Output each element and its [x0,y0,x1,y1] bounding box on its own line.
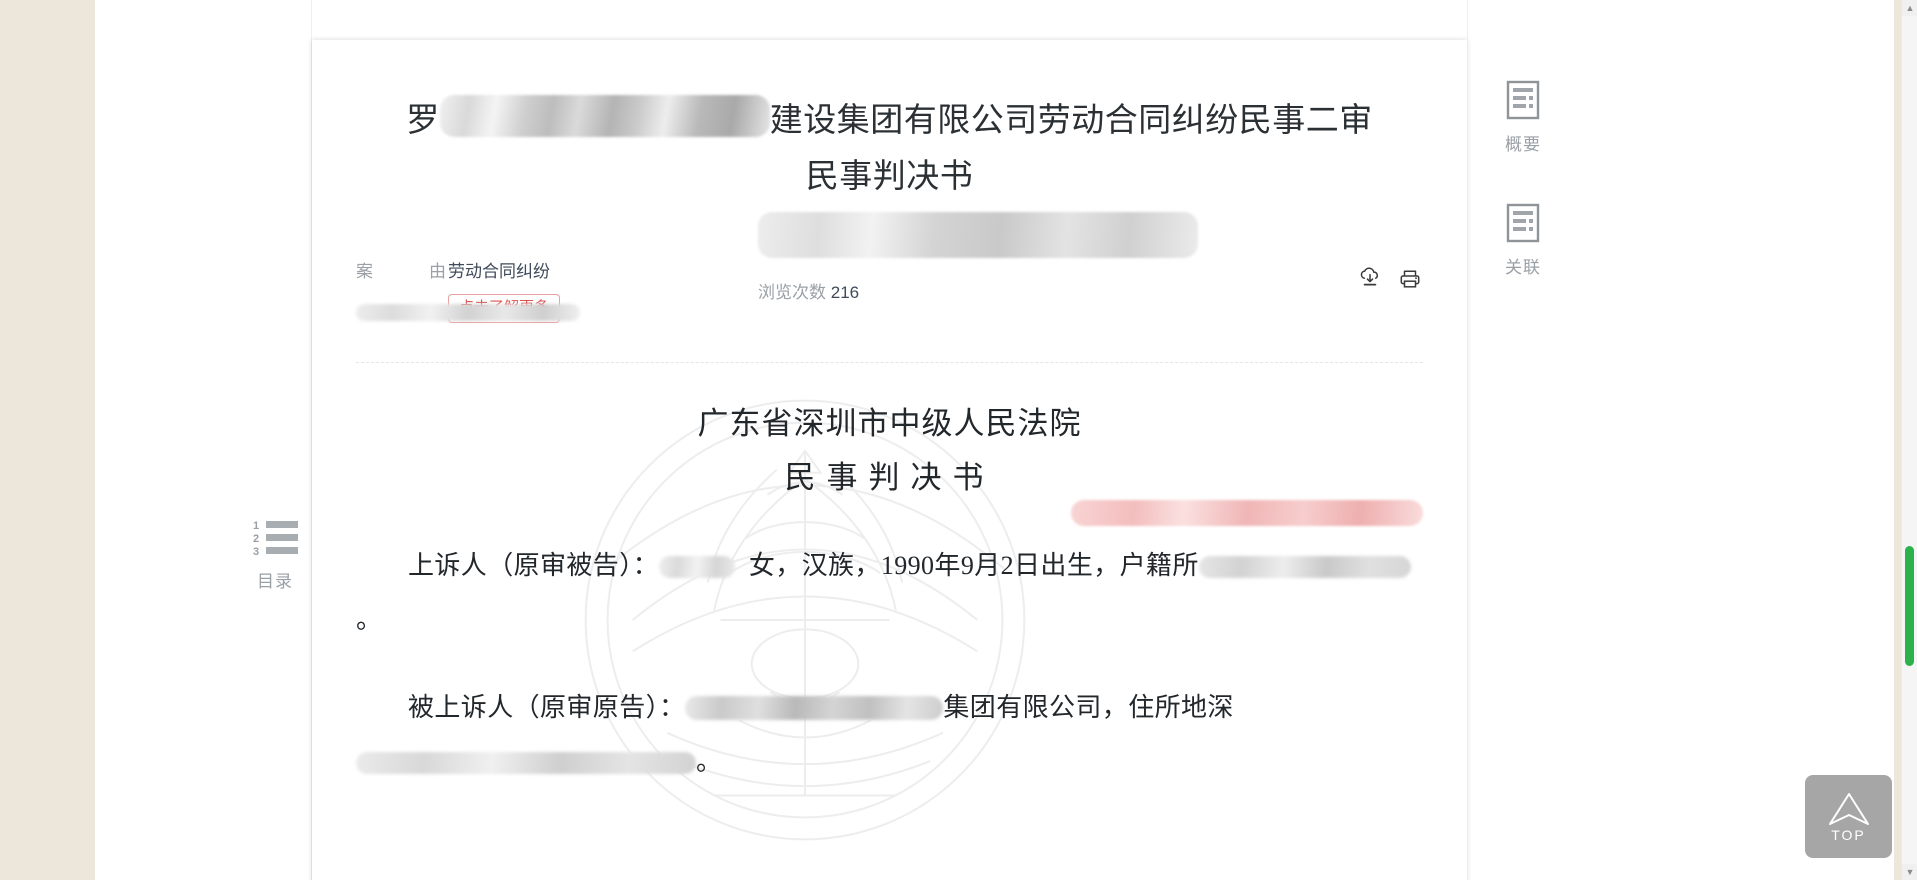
meta-label-char-2: 由 [429,262,446,281]
toc-toggle-button[interactable]: 1 2 3 目录 [238,516,312,593]
document-actions [1357,266,1423,292]
svg-text:2: 2 [253,533,259,545]
respondent-label: 被上诉人（原审原告）： [408,693,686,722]
rail-item-related[interactable]: 关联 [1468,203,1578,278]
rail-item-summary-label: 概要 [1505,135,1541,154]
download-button[interactable] [1357,266,1383,292]
redacted-appellant-address [1198,556,1411,578]
document-body: 广东省深圳市中级人民法院 民事判决书 上诉人（原审被告）： 女，汉族，1990年… [312,363,1467,849]
page-title: 罗 建设集团有限公司劳动合同纠纷民事二审 [356,92,1423,148]
vertical-scrollbar[interactable]: ▲ ▼ [1901,0,1917,880]
rail-item-summary[interactable]: 概要 [1468,80,1578,155]
paragraph-respondent: 被上诉人（原审原告）： 集团有限公司，住所地深。 [356,681,1423,789]
svg-text:1: 1 [253,520,259,532]
appellant-detail: 女，汉族，1990年9月2日出生，户籍所 [748,551,1199,580]
summary-document-icon [1468,80,1578,127]
rail-item-related-label: 关联 [1505,258,1541,277]
view-count-value: 216 [830,283,860,302]
judgement-title: 民事判决书 [784,460,995,495]
redacted-party-name [439,95,770,137]
related-document-icon [1468,203,1578,250]
appellant-period: 。 [356,605,383,634]
document-reader-page: 1 2 3 目录 罗 建设集团有限公司劳动合同纠纷民事二审 民事判决书 案 由 劳… [0,0,1917,880]
chevron-down-icon[interactable]: ▼ [1902,864,1917,880]
printer-icon [1397,270,1423,296]
svg-text:3: 3 [253,546,259,558]
numbered-list-icon: 1 2 3 [238,516,312,567]
respondent-detail: 集团有限公司，住所地深 [943,693,1234,722]
view-count: 浏览次数 216 [758,281,859,305]
view-count-label: 浏览次数 [758,283,826,302]
respondent-period: 。 [696,747,723,776]
back-to-top-button[interactable]: TOP [1805,775,1892,858]
cloud-download-icon [1357,267,1383,296]
toc-rail: 1 2 3 目录 [238,0,312,880]
meta-value-case-cause: 劳动合同纠纷 点击了解更多 [448,258,1423,323]
redacted-respondent-name [685,696,944,720]
page-title-prefix: 罗 [406,101,440,138]
page-title-suffix: 建设集团有限公司劳动合同纠纷民事二审 [769,101,1373,138]
document-sheet: 罗 建设集团有限公司劳动合同纠纷民事二审 民事判决书 案 由 劳动合同纠纷 点击了… [312,40,1467,880]
redacted-appellant-name [659,556,736,578]
meta-label-case-cause: 案 由 [356,258,448,286]
appellant-label: 上诉人（原审被告）： [408,551,660,580]
chevron-up-icon[interactable]: ▲ [1902,0,1917,16]
back-to-top-label: TOP [1831,827,1866,843]
print-button[interactable] [1397,266,1423,292]
right-tool-rail: 概要 关联 [1467,0,1577,880]
case-cause-text: 劳动合同纠纷 [448,262,550,281]
redacted-meta-detail [758,212,1198,258]
redacted-case-number [356,304,580,321]
redacted-case-docket [1071,500,1423,526]
paragraph-appellant: 上诉人（原审被告）： 女，汉族，1990年9月2日出生，户籍所。 [356,539,1423,647]
toc-label: 目录 [257,572,293,591]
court-name: 广东省深圳市中级人民法院 [697,406,1082,441]
scrollbar-thumb[interactable] [1905,546,1914,666]
document-meta: 案 由 劳动合同纠纷 点击了解更多 浏览次数 216 [312,204,1467,334]
document-header: 罗 建设集团有限公司劳动合同纠纷民事二审 民事判决书 [312,40,1467,204]
page-subtitle: 民事判决书 [805,157,974,194]
meta-label-char-1: 案 [356,262,373,281]
redacted-respondent-address [356,752,696,774]
